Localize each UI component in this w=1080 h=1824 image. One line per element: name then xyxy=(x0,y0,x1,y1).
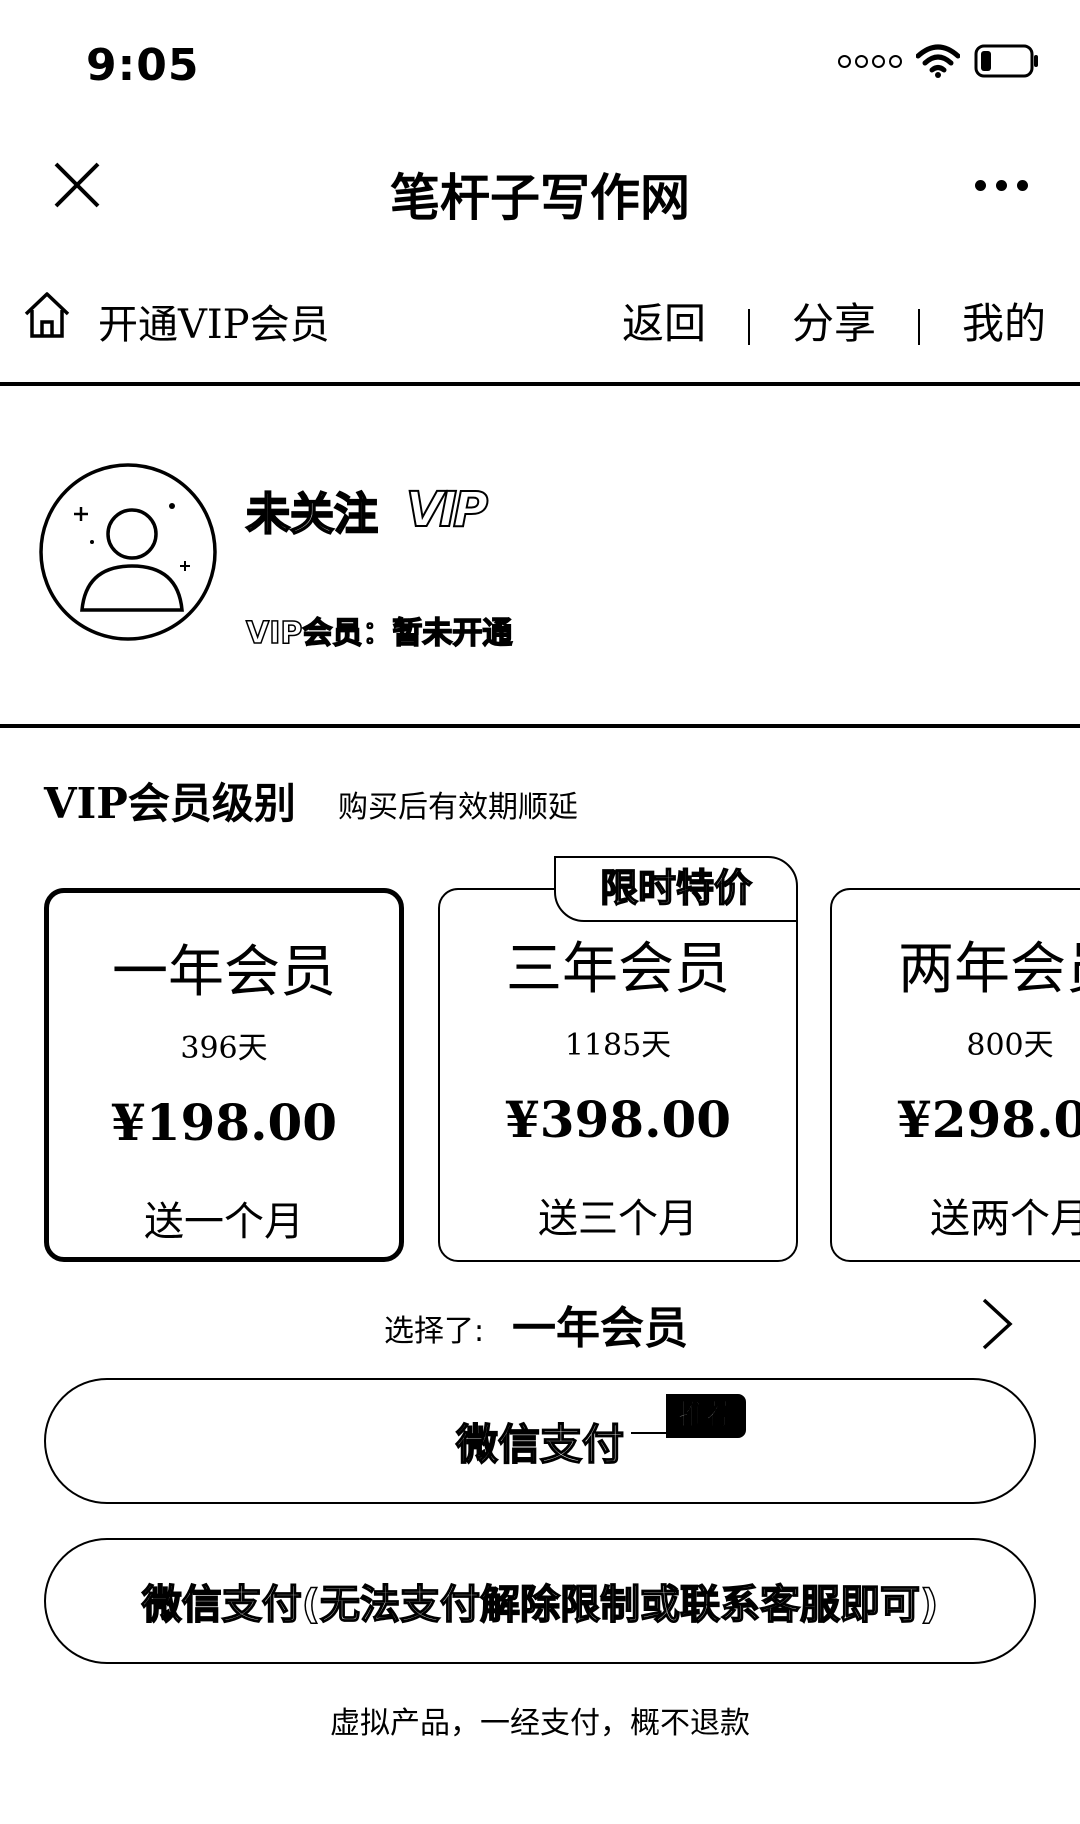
nav-separator xyxy=(747,308,750,345)
more-button[interactable] xyxy=(975,180,1028,191)
plan-bonus: 送两个月 xyxy=(930,1196,1080,1242)
plan-name: 一年会员 xyxy=(112,940,336,1005)
plan-card-two-year[interactable]: 两年会员 800天 ¥298.00 送两个月 xyxy=(830,888,1080,1262)
plan-card-three-year[interactable]: 三年会员 1185天 ¥398.00 送三个月 xyxy=(438,888,798,1262)
share-link[interactable]: 分享 xyxy=(792,290,876,351)
user-avatar-icon xyxy=(39,463,217,641)
selected-label: 选择了: xyxy=(384,1314,485,1349)
plan-price: ¥298.00 xyxy=(896,1090,1080,1149)
section-title: VIP会员级别 xyxy=(44,779,296,828)
plan-card-list[interactable]: 一年会员 396天 ¥198.00 送一个月 三年会员 1185天 ¥398.0… xyxy=(0,850,1080,1280)
promo-tag: 限时特价 xyxy=(554,856,798,922)
avatar[interactable] xyxy=(38,462,218,642)
selected-value: 一年会员 xyxy=(512,1303,688,1354)
plan-card-one-year[interactable]: 一年会员 396天 ¥198.00 送一个月 xyxy=(44,888,404,1262)
more-dot-icon xyxy=(975,180,986,191)
wechat-pay-label: 微信支付 xyxy=(455,1419,625,1470)
plan-name: 三年会员 xyxy=(506,937,730,1002)
signal-icon xyxy=(838,54,902,68)
plan-name: 两年会员 xyxy=(898,937,1080,1002)
wifi-icon xyxy=(916,44,960,78)
wechat-pay-alt-label: 微信支付(无法支付解除限制或联系客服即可) xyxy=(141,1581,939,1629)
vip-status-value: 暂未开通 xyxy=(392,615,514,652)
mine-link[interactable]: 我的 xyxy=(962,290,1046,351)
divider xyxy=(0,382,1080,386)
plan-days: 800天 xyxy=(966,1028,1054,1063)
more-dot-icon xyxy=(996,180,1007,191)
vip-badge: VIP xyxy=(405,481,489,539)
vip-status-label: VIP会员： xyxy=(245,615,393,652)
plan-bonus: 送三个月 xyxy=(538,1196,698,1242)
nav-separator xyxy=(917,308,920,345)
plan-price: ¥398.00 xyxy=(504,1090,732,1149)
plan-bonus: 送一个月 xyxy=(144,1199,304,1245)
page-title: 笔杆子写作网 xyxy=(390,169,690,227)
nav-page-title: 开通VIP会员 xyxy=(98,302,330,348)
divider xyxy=(0,724,1080,728)
wechat-pay-button[interactable]: 微信支付 推荐 xyxy=(44,1378,1036,1504)
status-time: 9:05 xyxy=(86,40,200,91)
chevron-right-icon[interactable] xyxy=(978,1296,1018,1352)
disclaimer-text: 虚拟产品，一经支付，概不退款 xyxy=(330,1706,750,1741)
plan-price: ¥198.00 xyxy=(110,1093,338,1152)
profile-name-row: 未关注 VIP xyxy=(245,478,489,542)
nav-links: 返回 分享 我的 xyxy=(622,290,1046,351)
plan-days: 1185天 xyxy=(564,1028,672,1063)
more-dot-icon xyxy=(1017,180,1028,191)
vip-status-row: VIP会员： 暂未开通 xyxy=(245,608,514,652)
home-icon[interactable] xyxy=(22,290,72,340)
battery-icon xyxy=(974,44,1038,78)
wechat-pay-alt-button[interactable]: 微信支付(无法支付解除限制或联系客服即可) xyxy=(44,1538,1036,1664)
status-icons xyxy=(838,44,1040,78)
recommend-tag: 推荐 xyxy=(666,1394,747,1438)
plan-days: 396天 xyxy=(180,1031,268,1066)
section-subtitle: 购买后有效期顺延 xyxy=(338,790,578,825)
back-link[interactable]: 返回 xyxy=(622,290,706,351)
profile-name: 未关注 xyxy=(245,488,379,541)
